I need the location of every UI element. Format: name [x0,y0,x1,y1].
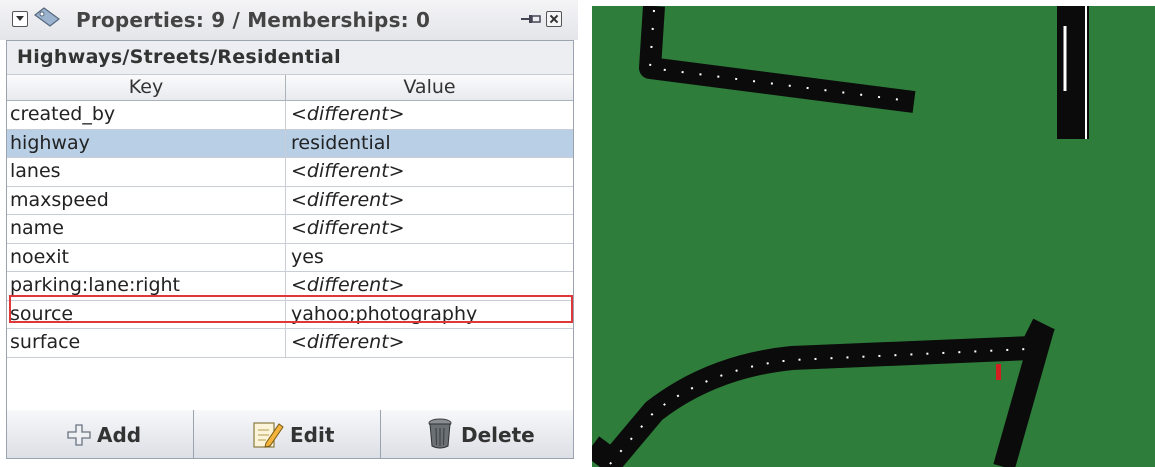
value-cell[interactable]: <different> [291,158,571,185]
key-cell[interactable]: name [10,215,282,242]
key-cell[interactable]: created_by [10,101,282,128]
preset-label: Highways/Streets/Residential [17,46,341,68]
properties-panel: Properties: 9 / Memberships: 0 Highways/… [0,0,578,467]
edit-pencil-icon [253,422,284,448]
column-header-key[interactable]: Key [7,75,286,100]
plus-icon [67,424,91,446]
panel-titlebar: Properties: 9 / Memberships: 0 [0,0,578,40]
value-cell[interactable]: <different> [291,187,571,214]
pin-icon[interactable] [520,12,542,26]
delete-button-label: Delete [461,423,535,447]
properties-table-frame: Highways/Streets/Residential Key Value c… [6,40,574,412]
table-row[interactable]: lanes <different> [7,158,573,187]
value-cell[interactable]: yes [291,244,571,271]
key-cell[interactable]: highway [10,130,282,157]
road-segment [639,6,916,113]
key-cell[interactable]: noexit [10,244,282,271]
edit-button-label: Edit [290,423,335,447]
collapse-toggle-icon[interactable] [12,11,28,27]
trash-can-icon [428,418,452,449]
table-row[interactable]: noexit yes [7,243,573,272]
table-row[interactable]: surface <different> [7,329,573,358]
value-cell[interactable]: <different> [291,101,571,128]
source-row-highlight-box [9,295,573,323]
table-header: Key Value [7,75,573,101]
column-header-value[interactable]: Value [286,75,573,100]
key-cell[interactable]: maxspeed [10,187,282,214]
add-button-label: Add [97,423,142,447]
table-row[interactable]: name <different> [7,215,573,244]
value-cell[interactable]: residential [291,130,571,157]
button-bar: Add Edit Delete [6,410,574,459]
road-segment [1057,6,1089,139]
road-segment [592,318,1055,467]
table-row[interactable]: created_by <different> [7,101,573,130]
panel-title: Properties: 9 / Memberships: 0 [76,8,431,32]
value-cell[interactable]: <different> [291,329,571,356]
key-cell[interactable]: surface [10,329,282,356]
key-cell[interactable]: lanes [10,158,282,185]
red-marker [996,364,1001,380]
delete-button[interactable]: Delete [381,410,573,458]
value-cell[interactable]: <different> [291,215,571,242]
table-row[interactable]: maxspeed <different> [7,186,573,215]
edit-button[interactable]: Edit [194,410,381,458]
table-row-selected[interactable]: highway residential [7,129,573,158]
tag-icon [34,7,60,27]
close-icon[interactable] [546,11,562,27]
map-view[interactable] [592,6,1155,467]
add-button[interactable]: Add [7,410,194,458]
preset-breadcrumb[interactable]: Highways/Streets/Residential [7,41,573,75]
map-canvas[interactable] [592,6,1155,467]
